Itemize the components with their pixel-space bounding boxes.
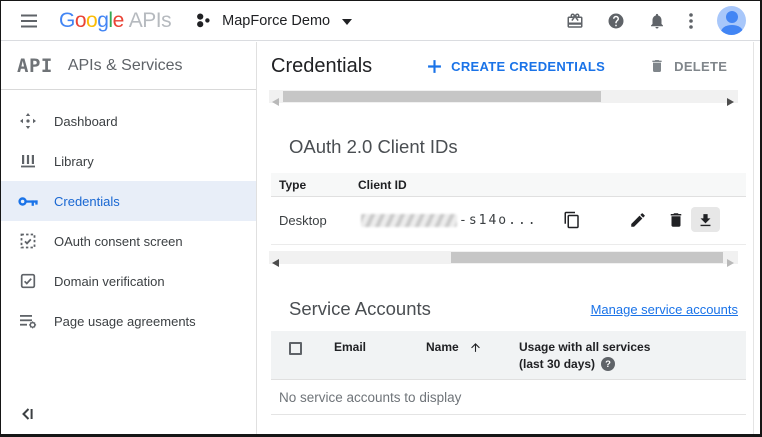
sidebar-nav: Dashboard Library Credentials OAuth cons…	[1, 90, 256, 341]
sidebar-title: APIs & Services	[68, 57, 183, 75]
scroll-left-arrow-icon[interactable]	[272, 93, 280, 101]
sidebar-item-library[interactable]: Library	[1, 141, 256, 181]
more-vertical-icon[interactable]	[678, 8, 704, 34]
oauth-table-header: Type Client ID	[271, 173, 746, 197]
page-title: Credentials	[271, 55, 372, 78]
column-type: Type	[271, 178, 358, 192]
domain-verification-icon	[17, 273, 39, 289]
sidebar-item-label: Domain verification	[54, 274, 165, 289]
help-tooltip-icon[interactable]: ?	[601, 357, 615, 371]
svg-text:?: ?	[605, 359, 611, 370]
gift-icon[interactable]	[562, 8, 588, 34]
project-selector[interactable]: MapForce Demo	[195, 12, 352, 30]
download-icon[interactable]	[691, 207, 720, 232]
sidebar-item-label: Credentials	[54, 194, 120, 209]
scroll-left-arrow-icon[interactable]	[272, 254, 280, 262]
sidebar-item-domain-verification[interactable]: Domain verification	[1, 261, 256, 301]
project-name: MapForce Demo	[222, 13, 330, 29]
agreements-icon	[17, 313, 39, 329]
redacted-client-id	[361, 214, 457, 227]
sidebar-item-credentials[interactable]: Credentials	[1, 181, 256, 221]
scrollbar-thumb[interactable]	[451, 252, 723, 263]
scroll-right-arrow-icon[interactable]	[727, 254, 735, 262]
top-app-bar: Google APIs MapForce Demo	[1, 1, 760, 41]
dashboard-icon	[17, 112, 39, 130]
delete-label: DELETE	[674, 59, 727, 74]
google-apis-logo: Google APIs	[59, 9, 171, 33]
oauth-section-title: OAuth 2.0 Client IDs	[289, 136, 458, 158]
sidebar-item-label: OAuth consent screen	[54, 234, 183, 249]
oauth-clients-table: Type Client ID Desktop -s14o...	[271, 173, 746, 245]
scrollbar-thumb[interactable]	[283, 91, 601, 102]
manage-service-accounts-link[interactable]: Manage service accounts	[591, 302, 738, 317]
column-name-label: Name	[426, 340, 459, 354]
client-type-cell: Desktop	[279, 213, 327, 228]
delete-row-icon[interactable]	[667, 211, 685, 229]
copy-icon[interactable]	[563, 211, 581, 229]
service-accounts-header-row: Service Accounts Manage service accounts	[289, 298, 738, 320]
select-all-checkbox[interactable]	[289, 342, 302, 355]
menu-icon[interactable]	[19, 11, 39, 31]
horizontal-scrollbar-table[interactable]	[269, 251, 738, 264]
sidebar-header: API APIs & Services	[1, 42, 256, 90]
delete-button[interactable]: DELETE	[649, 58, 727, 74]
client-id-suffix: -s14o...	[459, 213, 538, 228]
column-client-id: Client ID	[358, 178, 407, 192]
google-apis-console-window: Google APIs MapForce Demo	[0, 0, 762, 437]
google-logo: Google	[59, 9, 124, 33]
library-icon	[17, 152, 39, 170]
consent-screen-icon	[17, 233, 39, 249]
column-usage-line2-wrap: (last 30 days) ?	[519, 357, 615, 371]
table-row: Desktop -s14o...	[271, 197, 746, 245]
sidebar: API APIs & Services Dashboard Library	[1, 42, 257, 434]
notifications-bell-icon[interactable]	[644, 8, 670, 34]
avatar[interactable]	[717, 6, 746, 35]
collapse-sidebar-icon[interactable]	[19, 406, 37, 424]
apis-logo-suffix: APIs	[129, 9, 171, 33]
sidebar-item-label: Library	[54, 154, 94, 169]
column-usage-line2: (last 30 days)	[519, 357, 595, 371]
api-logo: API	[17, 55, 53, 77]
plus-icon	[427, 59, 442, 74]
sidebar-item-label: Page usage agreements	[54, 314, 196, 329]
service-accounts-table: Email Name Usage with all services (last…	[271, 331, 746, 415]
sidebar-item-dashboard[interactable]: Dashboard	[1, 101, 256, 141]
project-icon	[195, 12, 212, 29]
content-right-divider	[753, 42, 754, 434]
sidebar-item-label: Dashboard	[54, 114, 118, 129]
main-content: Credentials CREATE CREDENTIALS DELETE	[258, 42, 760, 434]
trash-icon	[649, 58, 665, 74]
horizontal-scrollbar-top[interactable]	[269, 90, 738, 103]
create-credentials-button[interactable]: CREATE CREDENTIALS	[427, 59, 605, 74]
service-accounts-title: Service Accounts	[289, 298, 431, 320]
help-icon[interactable]	[603, 8, 629, 34]
chevron-down-icon	[342, 12, 352, 30]
column-email: Email	[334, 340, 366, 354]
empty-state-row: No service accounts to display	[271, 380, 746, 415]
key-icon	[17, 195, 39, 208]
column-name-sort[interactable]: Name	[426, 340, 482, 354]
page-header: Credentials CREATE CREDENTIALS DELETE	[258, 42, 760, 90]
scroll-right-arrow-icon[interactable]	[727, 93, 735, 101]
edit-pencil-icon[interactable]	[629, 211, 647, 229]
column-usage-line1: Usage with all services	[519, 340, 650, 354]
empty-state-message: No service accounts to display	[279, 390, 461, 405]
sidebar-item-oauth-consent-screen[interactable]: OAuth consent screen	[1, 221, 256, 261]
sort-ascending-icon	[469, 341, 482, 354]
service-accounts-table-header: Email Name Usage with all services (last…	[271, 331, 746, 380]
create-credentials-label: CREATE CREDENTIALS	[451, 59, 605, 74]
sidebar-item-page-usage-agreements[interactable]: Page usage agreements	[1, 301, 256, 341]
